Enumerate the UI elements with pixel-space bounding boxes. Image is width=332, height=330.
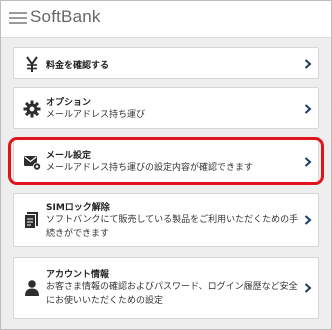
menu-item-title: オプション bbox=[46, 98, 92, 108]
person-icon bbox=[25, 280, 39, 296]
menu-item-title: メール設定 bbox=[46, 151, 92, 161]
softbank-logo-icon bbox=[9, 12, 27, 26]
document-icon bbox=[24, 212, 38, 229]
menu-item-description: メールアドレス持ち運びの設定内容が確認できます bbox=[46, 163, 254, 173]
menu-item-options[interactable]: オプション メールアドレス持ち運び bbox=[13, 87, 319, 129]
menu-item-description: ソフトバンクにて販売している製品をご利用いただくための手続きができます bbox=[46, 215, 299, 239]
chevron-right-icon bbox=[304, 59, 312, 69]
mail-settings-icon bbox=[24, 156, 41, 171]
yen-icon bbox=[26, 56, 38, 72]
menu-item-title: SIMロック解除 bbox=[46, 203, 110, 213]
chevron-right-icon bbox=[304, 104, 312, 114]
menu-item-description: メールアドレス持ち運び bbox=[46, 110, 146, 120]
menu-item-sim-unlock[interactable]: SIMロック解除 ソフトバンクにて販売している製品をご利用いただくための手続きが… bbox=[13, 193, 319, 247]
chevron-right-icon bbox=[304, 157, 312, 167]
menu-item-title: アカウント情報 bbox=[46, 270, 110, 280]
app-window: SoftBank 料金を確認する オプション メールアドレス持ち運び メール設定… bbox=[0, 0, 332, 330]
menu-item-description: お客さま情報の確認およびパスワード、ログイン履歴など安全にお使いいただくための設… bbox=[46, 282, 298, 306]
menu-item-title: 料金を確認する bbox=[46, 61, 110, 71]
chevron-right-icon bbox=[304, 283, 312, 293]
header: SoftBank bbox=[1, 1, 331, 38]
menu-item-check-charges[interactable]: 料金を確認する bbox=[13, 47, 319, 79]
menu-item-mail-settings[interactable]: メール設定 メールアドレス持ち運びの設定内容が確認できます bbox=[13, 139, 319, 183]
softbank-logo-text: SoftBank bbox=[30, 7, 101, 26]
gear-icon bbox=[23, 100, 41, 118]
chevron-right-icon bbox=[304, 215, 312, 225]
menu-item-account-info[interactable]: アカウント情報 お客さま情報の確認およびパスワード、ログイン履歴など安全にお使い… bbox=[13, 257, 319, 319]
